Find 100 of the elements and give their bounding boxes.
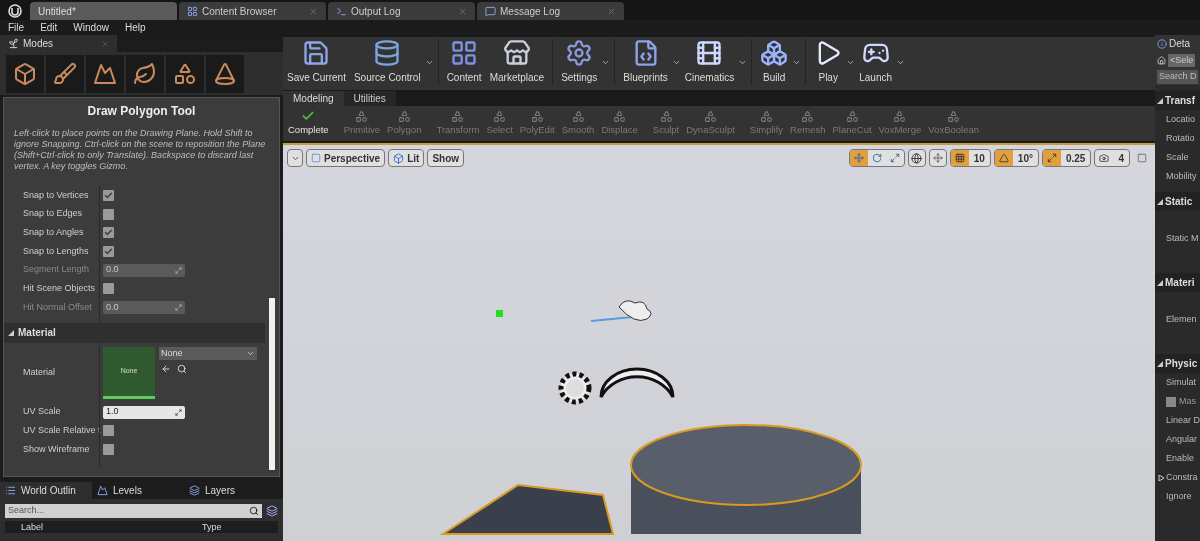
mode-button[interactable] <box>166 55 204 93</box>
close-icon <box>458 6 467 16</box>
menu-item[interactable]: File <box>8 20 25 35</box>
info-icon <box>1157 38 1167 49</box>
property-label: Snap to Angles <box>22 225 85 239</box>
toolbar-button[interactable]: Blueprints <box>619 39 672 85</box>
expand-arrow-icon[interactable] <box>1157 97 1163 104</box>
toolbar-button[interactable]: Settings <box>557 39 602 85</box>
column-header[interactable]: Label <box>5 521 200 533</box>
tab[interactable]: Modeling <box>283 91 344 106</box>
section-header[interactable]: Physic <box>1155 354 1200 373</box>
surface-snap-button[interactable] <box>928 149 947 167</box>
document-tab[interactable]: Output Log <box>328 2 475 20</box>
scrollbar[interactable] <box>269 298 275 470</box>
tool-icon <box>355 109 369 123</box>
panel-tab[interactable]: Modes <box>0 35 117 52</box>
search-field[interactable]: Search D <box>1157 70 1198 84</box>
menu-item[interactable]: Edit <box>40 20 58 35</box>
mode-icon <box>53 62 77 86</box>
section-title: Static <box>1165 195 1193 209</box>
toolbar-button[interactable]: Content <box>442 39 486 85</box>
checkbox[interactable] <box>1166 396 1176 407</box>
property-label: Simulat <box>1166 375 1196 389</box>
search-icon <box>177 363 187 374</box>
section-header[interactable]: Material <box>4 322 265 343</box>
document-tab[interactable]: Content Browser <box>179 2 326 20</box>
tab[interactable]: Utilities <box>343 91 396 106</box>
add-layer-icon <box>266 505 278 517</box>
toolbar-button[interactable]: Build <box>756 39 793 85</box>
dropdown-caret-icon[interactable] <box>671 58 681 67</box>
mode-button[interactable] <box>126 55 164 93</box>
viewport[interactable]: Perspective Lit Show 10 10° 0.25 4 <box>283 143 1155 541</box>
dropdown-caret-icon[interactable] <box>792 58 802 67</box>
document-tab[interactable]: Message Log <box>477 2 624 20</box>
checkbox[interactable] <box>103 227 114 239</box>
resize-icon <box>175 266 182 274</box>
checkbox[interactable] <box>103 425 114 437</box>
snap-icon <box>1046 153 1057 163</box>
property-label: Mobility <box>1166 169 1197 183</box>
expand-arrow-icon[interactable] <box>1157 360 1163 367</box>
dropdown-caret-icon[interactable] <box>424 58 434 67</box>
toolbar-button[interactable]: Launch <box>855 39 896 85</box>
toolbar-button[interactable]: Play <box>810 39 847 85</box>
snap-toggle[interactable] <box>1043 150 1061 166</box>
expand-arrow-icon[interactable] <box>8 329 14 336</box>
checkbox[interactable] <box>103 283 114 295</box>
transform-mode-button[interactable] <box>849 150 868 166</box>
mode-button[interactable] <box>86 55 124 93</box>
toolbar-icon <box>302 39 331 67</box>
toolbar-button[interactable]: Marketplace <box>485 39 549 85</box>
checkbox[interactable] <box>103 189 114 201</box>
viewport-button[interactable]: Show <box>427 149 465 167</box>
mode-button[interactable] <box>46 55 84 93</box>
property-label[interactable]: Constra <box>1166 470 1198 485</box>
mode-icon <box>133 62 157 86</box>
checkbox[interactable] <box>103 444 114 456</box>
viewport-menu-button[interactable] <box>287 149 303 167</box>
dropdown-caret-icon[interactable] <box>846 58 856 67</box>
surface-snap-icon <box>932 153 943 163</box>
tool-button[interactable]: Complete <box>285 108 332 137</box>
snap-toggle[interactable] <box>950 150 969 166</box>
mode-icon <box>13 62 37 86</box>
snap-icon <box>954 153 965 163</box>
dropdown-caret-icon[interactable] <box>601 58 611 67</box>
actor-field[interactable]: <Sele <box>1168 53 1196 68</box>
dropdown-caret-icon[interactable] <box>896 58 905 67</box>
menu-item[interactable]: Help <box>124 20 146 35</box>
search-field[interactable]: Search... <box>5 504 262 518</box>
panel-tab[interactable]: World Outlin <box>0 482 92 499</box>
directional-light-icon <box>590 300 652 322</box>
tool-icon <box>947 109 961 123</box>
toolbar-button[interactable]: Source Control <box>349 39 425 85</box>
mode-button[interactable] <box>206 55 244 93</box>
section-header[interactable]: Materi <box>1155 273 1200 292</box>
dropdown-caret-icon[interactable] <box>738 58 748 67</box>
section-header[interactable]: Static <box>1155 192 1200 211</box>
viewport-button[interactable]: Lit <box>388 149 425 167</box>
actor-icon <box>1157 56 1166 65</box>
document-tab[interactable]: Untitled* <box>30 2 177 20</box>
expand-arrow-icon[interactable] <box>1157 279 1163 286</box>
toolbar-button[interactable]: Save Current <box>283 39 350 85</box>
expand-arrow-icon[interactable] <box>1157 198 1163 205</box>
world-space-button[interactable] <box>907 149 926 167</box>
tool-icon <box>893 109 907 123</box>
number-field[interactable]: 1.0 <box>103 405 185 419</box>
column-header[interactable]: Type <box>200 521 222 533</box>
tool-icon <box>613 109 627 123</box>
toolbar-button[interactable]: Cinematics <box>680 39 739 85</box>
mode-button[interactable] <box>6 55 44 93</box>
menu-item[interactable]: Window <box>73 20 109 35</box>
snap-toggle[interactable] <box>994 150 1013 166</box>
expand-arrow-icon[interactable] <box>1158 474 1164 481</box>
material-dropdown[interactable]: None <box>159 346 257 360</box>
toolbar-icon <box>760 39 789 67</box>
viewport-button[interactable]: Perspective <box>306 149 386 167</box>
checkbox[interactable] <box>103 245 114 257</box>
checkbox[interactable] <box>103 208 114 220</box>
tool-description: Left-click to place points on the Drawing Plane. Hold Shift to ignore Snapping. Ctrl-click on the scene to reposition the Plane (Shift+Ctrl-click to only Translate). Backspace to discard last vertex. A key toggles Gizmo. <box>13 128 267 172</box>
section-title: Physic <box>1165 357 1198 371</box>
section-header[interactable]: Transf <box>1155 91 1200 110</box>
